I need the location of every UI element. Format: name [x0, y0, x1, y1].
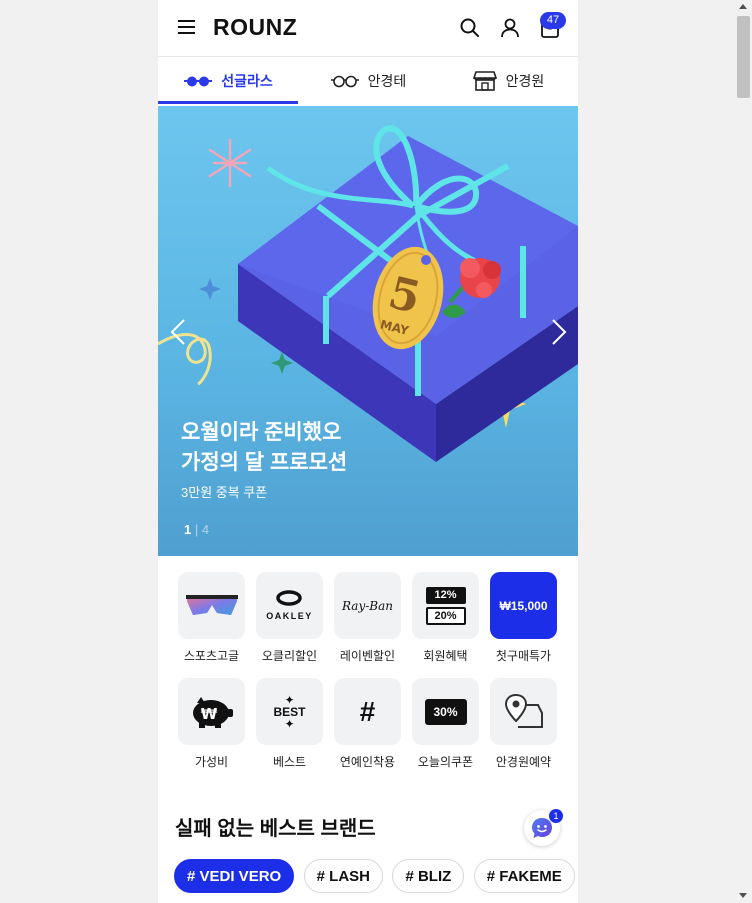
page-scrollbar[interactable]: [735, 0, 752, 903]
category-label: 안경원예약: [495, 755, 552, 769]
scroll-thumb[interactable]: [737, 16, 750, 98]
tab-eyeglasses[interactable]: 안경테: [298, 57, 438, 105]
store-location-icon: [490, 678, 557, 745]
oakley-logo-icon: OAKLEY: [256, 572, 323, 639]
first-purchase-price: ₩15,000: [490, 572, 557, 639]
category-first-purchase[interactable]: ₩15,000 첫구매특가: [490, 572, 557, 664]
tab-sunglasses[interactable]: 선글라스: [158, 57, 298, 105]
banner-page-current: 1: [184, 522, 192, 537]
svg-text:₩: ₩: [200, 705, 217, 723]
category-label: 스포츠고글: [183, 649, 240, 663]
coupon-top-text: 12%: [425, 586, 466, 604]
category-value[interactable]: ₩ 가성비: [178, 678, 245, 770]
category-celebrity[interactable]: # 연예인착용: [334, 678, 401, 770]
promo-banner[interactable]: 5 MAY 오월이라 준비했오 가정의 달 프로모션 3만원 중복 쿠폰 1 |…: [158, 106, 578, 556]
brand-chip-fakeme[interactable]: # FAKEME: [473, 859, 575, 893]
category-label: 오클리할인: [261, 649, 318, 663]
top-header: ROUNZ 47: [158, 0, 578, 57]
banner-title: 오월이라 준비했오 가정의 달 프로모션: [181, 418, 347, 478]
category-best[interactable]: ✦ BEST ✦ 베스트: [256, 678, 323, 770]
brand-chip-vedi-vero[interactable]: # VEDI VERO: [174, 859, 295, 893]
active-tab-indicator: [158, 101, 298, 104]
cart-count-badge: 47: [540, 12, 566, 29]
category-label: 회원혜택: [423, 649, 468, 663]
rounz-logo[interactable]: ROUNZ: [213, 14, 297, 41]
oakley-logo-text: OAKLEY: [266, 611, 313, 621]
glasses-icon: [330, 74, 360, 88]
ticket-text: 30%: [424, 698, 467, 725]
tab-label: 안경테: [367, 73, 407, 89]
banner-subtitle: 3만원 중복 쿠폰: [181, 485, 268, 500]
brand-chip-list: # VEDI VERO # LASH # BLIZ # FAKEME: [174, 859, 578, 893]
user-icon[interactable]: [498, 16, 522, 40]
search-icon[interactable]: [458, 16, 482, 40]
category-label: 연예인착용: [339, 755, 396, 769]
pink-sparkle-icon: [208, 138, 252, 188]
tab-label: 선글라스: [221, 73, 273, 89]
banner-title-line1: 오월이라 준비했오: [181, 421, 342, 444]
category-tabs: 선글라스 안경테 안경원: [158, 57, 578, 105]
banner-page-total: 4: [201, 522, 210, 537]
sunglasses-icon: [183, 74, 213, 88]
banner-next-arrow[interactable]: [551, 318, 567, 346]
coupon-bottom-text: 20%: [425, 606, 466, 625]
category-store-reservation[interactable]: 안경원예약: [490, 678, 557, 770]
coupon-icon: 12% 20%: [412, 572, 479, 639]
tab-label: 안경원: [505, 73, 545, 89]
banner-title-line2: 가정의 달 프로모션: [181, 451, 348, 474]
category-oakley-sale[interactable]: OAKLEY 오클리할인: [256, 572, 323, 664]
banner-page-separator: |: [194, 522, 199, 537]
store-icon: [472, 70, 498, 92]
piggy-bank-icon: ₩: [178, 678, 245, 745]
brand-chip-lash[interactable]: # LASH: [303, 859, 383, 893]
rayban-logo-text: Ray-Ban: [342, 598, 393, 613]
rayban-logo-icon: Ray-Ban: [334, 572, 401, 639]
blue-star-icon: [199, 278, 221, 300]
hashtag-icon: #: [334, 678, 401, 745]
best-text: BEST: [273, 704, 306, 719]
category-label: 첫구매특가: [495, 649, 552, 663]
scroll-up-arrow-icon[interactable]: [739, 4, 747, 9]
category-member-benefit[interactable]: 12% 20% 회원혜택: [412, 572, 479, 664]
category-label: 레이벤할인: [339, 649, 396, 663]
category-label: 오늘의쿠폰: [417, 755, 474, 769]
best-brand-title: 실패 없는 베스트 브랜드: [175, 818, 376, 840]
category-rayban-sale[interactable]: Ray-Ban 레이벤할인: [334, 572, 401, 664]
brand-chip-bliz[interactable]: # BLIZ: [392, 859, 465, 893]
chat-count-badge: 1: [549, 809, 563, 823]
ticket-icon: 30%: [412, 678, 479, 745]
sport-goggle-icon: [178, 572, 245, 639]
scroll-down-arrow-icon[interactable]: [739, 893, 747, 898]
tab-optical-store[interactable]: 안경원: [438, 57, 578, 105]
category-today-coupon[interactable]: 30% 오늘의쿠폰: [412, 678, 479, 770]
category-label: 베스트: [272, 755, 307, 769]
banner-prev-arrow[interactable]: [170, 318, 186, 346]
category-label: 가성비: [194, 755, 229, 769]
category-sport-goggle[interactable]: 스포츠고글: [178, 572, 245, 664]
banner-pagination: 1 | 4: [184, 522, 209, 537]
best-icon: ✦ BEST ✦: [256, 678, 323, 745]
hamburger-menu-icon[interactable]: [178, 20, 195, 34]
app-viewport: ROUNZ 47 선글라스 안경테 안경원 5 MAY 오월이라 준비했오 가정…: [158, 0, 578, 903]
